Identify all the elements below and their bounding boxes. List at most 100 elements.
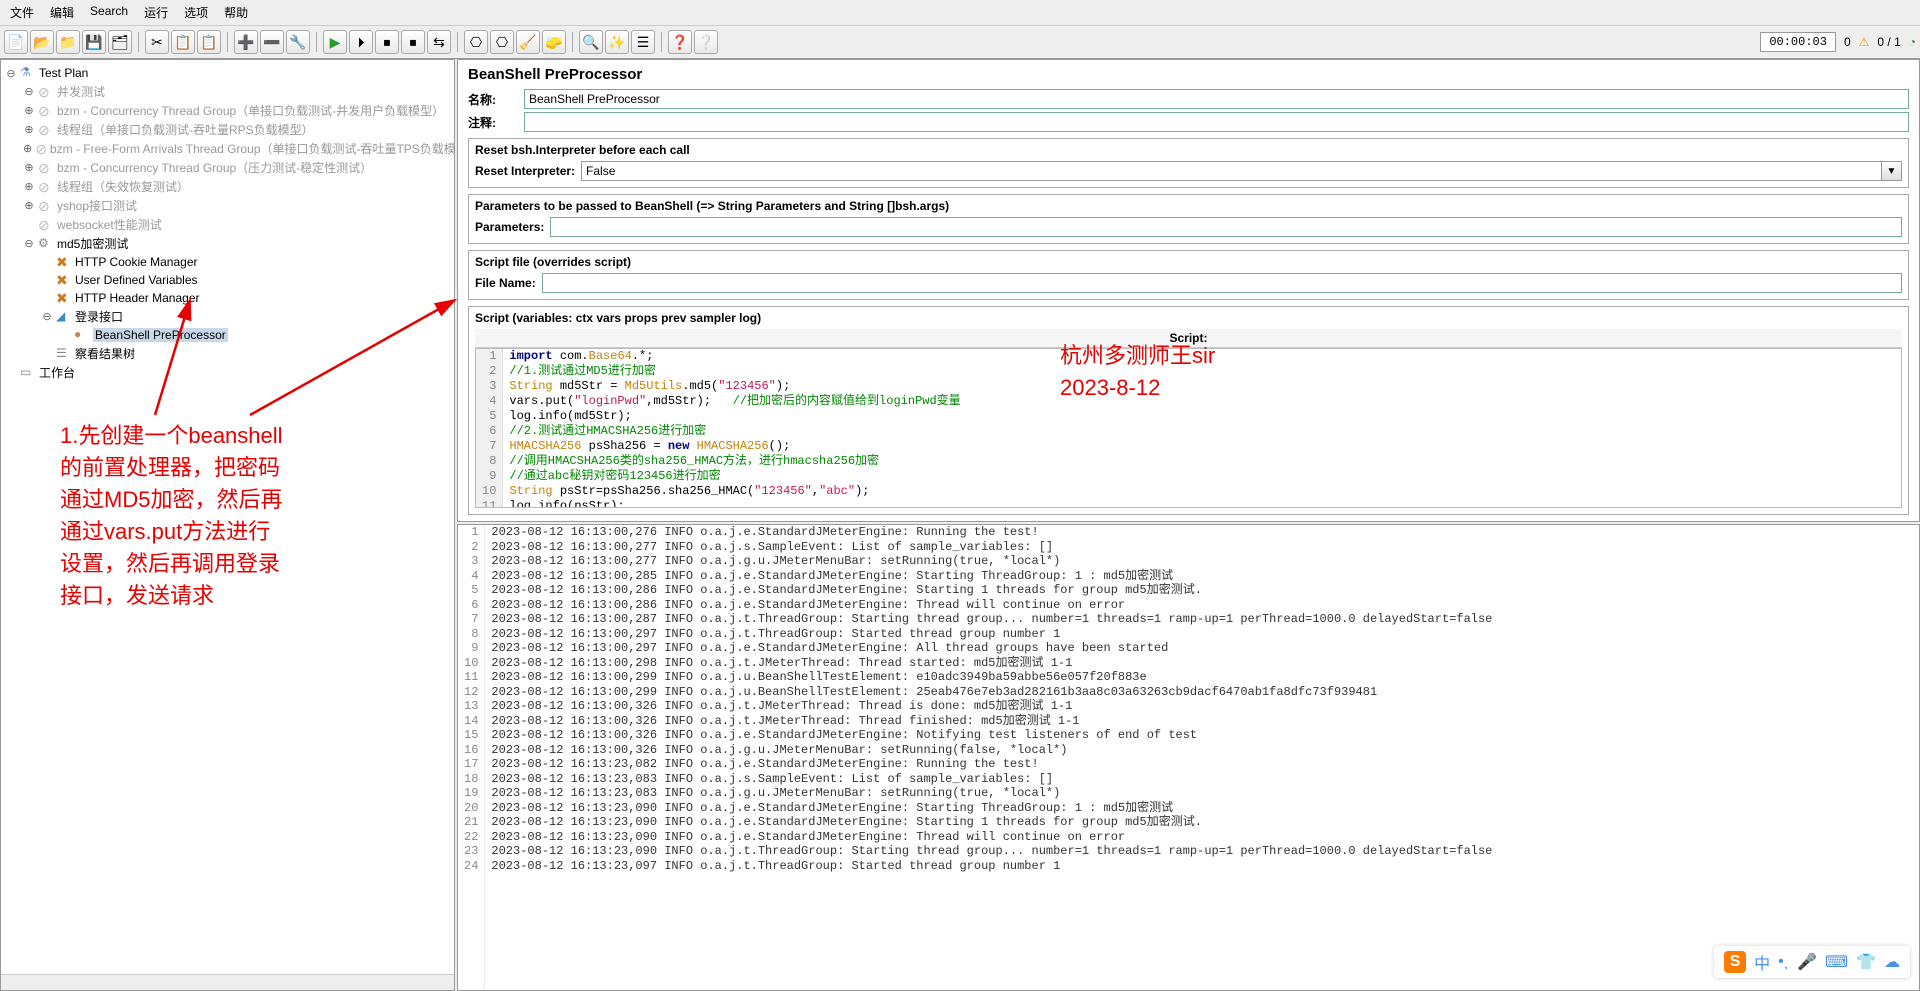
param-label: Parameters: xyxy=(475,220,544,234)
fn2-button[interactable]: ⎔ xyxy=(490,30,514,54)
stop-shutdown-button[interactable]: ⏹ xyxy=(401,30,425,54)
minus-button[interactable]: ➖ xyxy=(260,30,284,54)
tree-label: yshop接口测试 xyxy=(57,197,137,214)
stop-button[interactable]: ⏹ xyxy=(375,30,399,54)
magic-button[interactable]: ✨ xyxy=(605,30,629,54)
tree-item-7[interactable]: websocket性能测试 xyxy=(1,215,454,234)
folder-open-2-button[interactable]: 📁 xyxy=(56,30,80,54)
tree-workbench[interactable]: 工作台 xyxy=(1,363,454,382)
reset-interpreter-dropdown[interactable]: ▼ xyxy=(1882,161,1902,181)
reset-legend: Reset bsh.Interpreter before each call xyxy=(475,143,1902,157)
tree-item-0[interactable]: ⊖并发测试 xyxy=(1,82,454,101)
copy-button[interactable]: 📋 xyxy=(171,30,195,54)
tree-item-8[interactable]: ⊖md5加密测试 xyxy=(1,234,454,253)
filename-input[interactable] xyxy=(542,273,1902,293)
list-props-button[interactable]: ☰ xyxy=(631,30,655,54)
test-plan-tree-panel: ⊖Test Plan⊖并发测试⊕bzm - Concurrency Thread… xyxy=(0,59,455,991)
tree-label: BeanShell PreProcessor xyxy=(93,328,228,342)
tree-toggle[interactable]: ⊖ xyxy=(23,85,35,98)
tree-item-6[interactable]: ⊕ yshop接口测试 xyxy=(1,196,454,215)
help-2-button[interactable]: ❔ xyxy=(694,30,718,54)
menu-帮助[interactable]: 帮助 xyxy=(218,2,254,23)
menu-选项[interactable]: 选项 xyxy=(178,2,214,23)
comment-label: 注释: xyxy=(468,114,524,131)
parameters-input[interactable] xyxy=(550,217,1902,237)
toggle-button[interactable]: ⇆ xyxy=(427,30,451,54)
tree-toggle[interactable]: ⊖ xyxy=(23,237,35,250)
sogou-btn-4[interactable]: 👕 xyxy=(1856,952,1876,972)
tree-label: 察看结果树 xyxy=(75,345,135,362)
log-gutter: 1 2 3 4 5 6 7 8 9 10 11 12 13 14 15 16 1… xyxy=(458,525,485,990)
cut-button[interactable]: ✂ xyxy=(145,30,169,54)
plus-button[interactable]: ➕ xyxy=(234,30,258,54)
tree-item-13[interactable]: BeanShell PreProcessor xyxy=(1,326,454,344)
folder-open-1-button[interactable]: 📂 xyxy=(30,30,54,54)
play-keep-button[interactable]: ⏵ xyxy=(349,30,373,54)
tree-toggle[interactable]: ⊕ xyxy=(23,199,35,212)
toolbar: 📄📂📁💾🗂✂📋📋➕➖🔧▶⏵⏹⏹⇆⎔⎔🧹🧽🔍✨☰❓❔ 00:00:03 0 ⚠ 0… xyxy=(0,26,1920,59)
file-new-button[interactable]: 📄 xyxy=(4,30,28,54)
elapsed-timer: 00:00:03 xyxy=(1760,32,1836,52)
tree-item-5[interactable]: ⊕线程组（失效恢复测试） xyxy=(1,177,454,196)
log-panel[interactable]: 1 2 3 4 5 6 7 8 9 10 11 12 13 14 15 16 1… xyxy=(457,524,1920,991)
menu-运行[interactable]: 运行 xyxy=(138,2,174,23)
x-icon xyxy=(56,272,72,288)
tree-label: bzm - Concurrency Thread Group（单接口负载测试-并… xyxy=(57,102,444,119)
element-editor-panel: BeanShell PreProcessor 名称: 注释: Reset bsh… xyxy=(457,59,1920,522)
bean-icon xyxy=(74,327,90,343)
tree-toggle[interactable]: ⊖ xyxy=(5,67,17,80)
menu-编辑[interactable]: 编辑 xyxy=(44,2,80,23)
comment-input[interactable] xyxy=(524,112,1909,132)
tree-item-3[interactable]: ⊕bzm - Free-Form Arrivals Thread Group（单… xyxy=(1,139,454,158)
sogou-btn-1[interactable]: •ˎ xyxy=(1778,953,1789,971)
sogou-btn-3[interactable]: ⌨ xyxy=(1825,952,1848,972)
play-button[interactable]: ▶ xyxy=(323,30,347,54)
tree-item-11[interactable]: HTTP Header Manager xyxy=(1,289,454,307)
sogou-btn-2[interactable]: 🎤 xyxy=(1797,952,1817,972)
reset-interpreter-combo[interactable] xyxy=(581,161,1882,181)
sogou-btn-0[interactable]: 中 xyxy=(1754,950,1770,974)
save-button[interactable]: 💾 xyxy=(82,30,106,54)
tree-toggle[interactable]: ⊕ xyxy=(23,161,35,174)
script-fieldset: Script (variables: ctx vars props prev s… xyxy=(468,306,1909,515)
code-gutter: 1 2 3 4 5 6 7 8 9 10 11 12 13 xyxy=(476,349,503,507)
script-column-header: Script: xyxy=(475,329,1902,348)
tree-item-1[interactable]: ⊕ bzm - Concurrency Thread Group（单接口负载测试-… xyxy=(1,101,454,120)
reset-label: Reset Interpreter: xyxy=(475,164,575,178)
broom-button[interactable]: 🧽 xyxy=(542,30,566,54)
tree-toggle[interactable]: ⊖ xyxy=(41,310,53,323)
tree-toggle[interactable]: ⊕ xyxy=(23,180,35,193)
paste-button[interactable]: 📋 xyxy=(197,30,221,54)
tree-label: Test Plan xyxy=(39,66,88,80)
tree-item-9[interactable]: HTTP Cookie Manager xyxy=(1,253,454,271)
sogou-logo-icon[interactable]: S xyxy=(1724,951,1746,973)
tree-toggle[interactable]: ⊕ xyxy=(23,123,35,136)
name-input[interactable] xyxy=(524,89,1909,109)
clear-button[interactable]: 🧹 xyxy=(516,30,540,54)
off-icon xyxy=(38,160,54,176)
tree-toggle[interactable]: ⊕ xyxy=(23,104,35,117)
help-icon-button[interactable]: ❓ xyxy=(668,30,692,54)
gear-icon xyxy=(38,236,54,252)
tree-item-2[interactable]: ⊕线程组（单接口负载测试-吞吐量RPS负载模型） xyxy=(1,120,454,139)
code-body[interactable]: import com.Base64.*; //1.测试通过MD5进行加密 Str… xyxy=(503,349,966,507)
script-editor[interactable]: 1 2 3 4 5 6 7 8 9 10 11 12 13 import com… xyxy=(475,348,1902,508)
parameters-fieldset: Parameters to be passed to BeanShell (=>… xyxy=(468,194,1909,244)
tree-root-testplan[interactable]: ⊖ Test Plan xyxy=(1,64,454,82)
name-label: 名称: xyxy=(468,91,524,108)
sogou-btn-5[interactable]: ☁ xyxy=(1884,952,1900,972)
sogou-ime-bar[interactable]: S中 •ˎ 🎤 ⌨ 👕 ☁ xyxy=(1714,946,1910,978)
tree-label: HTTP Header Manager xyxy=(75,291,200,305)
tree-item-14[interactable]: 察看结果树 xyxy=(1,344,454,363)
tree-item-4[interactable]: ⊕bzm - Concurrency Thread Group（压力测试-稳定性… xyxy=(1,158,454,177)
save-template-button[interactable]: 🗂 xyxy=(108,30,132,54)
tree-item-12[interactable]: ⊖登录接口 xyxy=(1,307,454,326)
tree-item-10[interactable]: User Defined Variables xyxy=(1,271,454,289)
menu-文件[interactable]: 文件 xyxy=(4,2,40,23)
menu-search[interactable]: Search xyxy=(84,2,134,23)
tree-toggle[interactable]: ⊕ xyxy=(23,142,32,155)
fn1-button[interactable]: ⎔ xyxy=(464,30,488,54)
wrench-button[interactable]: 🔧 xyxy=(286,30,310,54)
scriptfile-fieldset: Script file (overrides script) File Name… xyxy=(468,250,1909,300)
search-button[interactable]: 🔍 xyxy=(579,30,603,54)
